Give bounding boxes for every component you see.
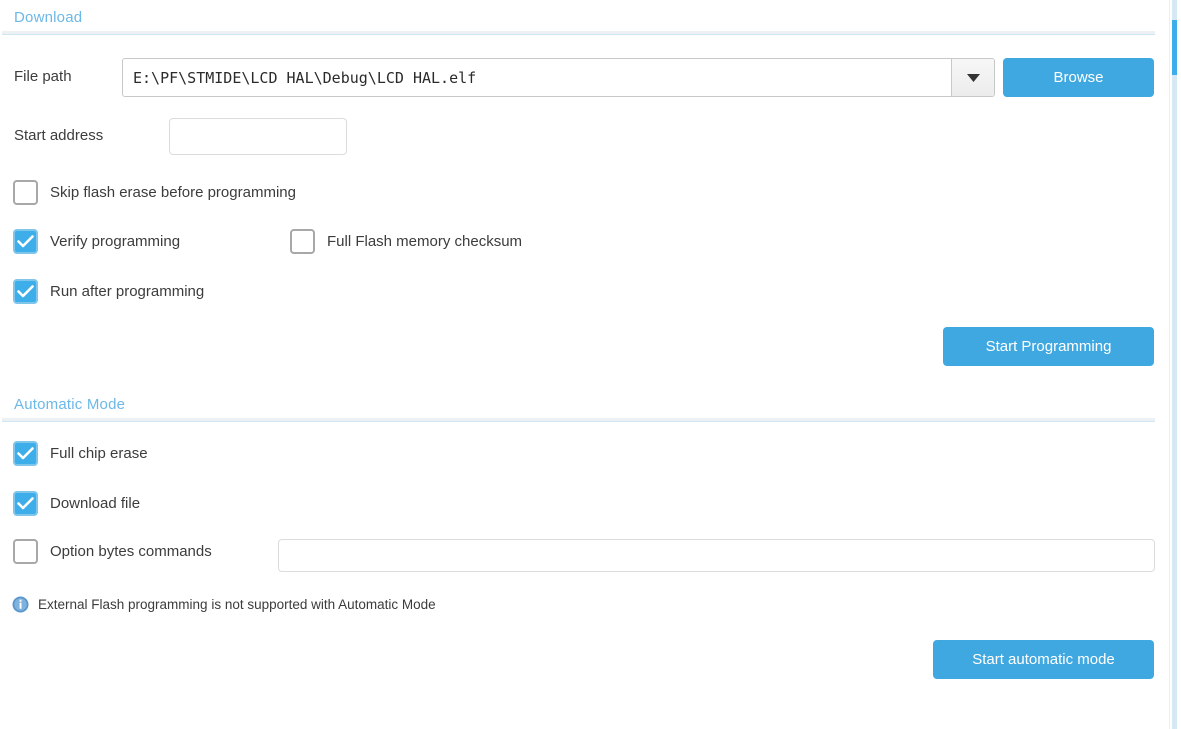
checkmark-icon <box>17 447 34 460</box>
verify-programming-label: Verify programming <box>50 233 181 250</box>
file-path-input[interactable] <box>123 59 951 96</box>
run-after-programming-checkbox[interactable] <box>13 279 38 304</box>
checkmark-icon <box>17 235 34 248</box>
run-after-programming-checkbox-row[interactable]: Run after programming <box>13 279 204 304</box>
vertical-scrollbar-track[interactable] <box>1172 0 1177 729</box>
vertical-scrollbar-thumb[interactable] <box>1172 20 1177 75</box>
option-bytes-commands-checkbox[interactable] <box>13 539 38 564</box>
automatic-mode-info-text: External Flash programming is not suppor… <box>38 597 436 612</box>
full-chip-erase-checkbox[interactable] <box>13 441 38 466</box>
file-path-dropdown-button[interactable] <box>951 59 994 96</box>
automatic-mode-section-divider <box>2 418 1155 422</box>
verify-programming-checkbox[interactable] <box>13 229 38 254</box>
skip-flash-erase-label: Skip flash erase before programming <box>50 184 296 201</box>
skip-flash-erase-checkbox-row[interactable]: Skip flash erase before programming <box>13 180 296 205</box>
option-bytes-commands-input[interactable] <box>278 539 1155 572</box>
download-file-label: Download file <box>50 495 141 512</box>
automatic-mode-section-title: Automatic Mode <box>14 396 126 413</box>
verify-programming-checkbox-row[interactable]: Verify programming <box>13 229 180 254</box>
checkmark-icon <box>17 497 34 510</box>
download-section-divider <box>2 31 1155 35</box>
panel-right-edge <box>1169 0 1170 729</box>
automatic-mode-info-note: External Flash programming is not suppor… <box>12 596 436 613</box>
programming-panel: Download File path Browse Start address … <box>0 0 1166 729</box>
start-address-input[interactable] <box>169 118 347 155</box>
full-chip-erase-label: Full chip erase <box>50 445 148 462</box>
start-automatic-mode-button[interactable]: Start automatic mode <box>933 640 1154 679</box>
checkmark-icon <box>17 285 34 298</box>
browse-button[interactable]: Browse <box>1003 58 1154 97</box>
file-path-combobox[interactable] <box>122 58 995 97</box>
full-flash-checksum-checkbox-row[interactable]: Full Flash memory checksum <box>290 229 522 254</box>
run-after-programming-label: Run after programming <box>50 283 205 300</box>
start-programming-button[interactable]: Start Programming <box>943 327 1154 366</box>
chevron-down-icon <box>966 73 980 82</box>
option-bytes-commands-checkbox-row[interactable]: Option bytes commands <box>13 539 212 564</box>
skip-flash-erase-checkbox[interactable] <box>13 180 38 205</box>
download-file-checkbox-row[interactable]: Download file <box>13 491 140 516</box>
file-path-label: File path <box>14 68 72 85</box>
full-flash-checksum-checkbox[interactable] <box>290 229 315 254</box>
download-section-title: Download <box>14 9 83 26</box>
option-bytes-commands-label: Option bytes commands <box>50 543 212 560</box>
full-chip-erase-checkbox-row[interactable]: Full chip erase <box>13 441 148 466</box>
full-flash-checksum-label: Full Flash memory checksum <box>327 233 523 250</box>
start-address-label: Start address <box>14 127 104 144</box>
download-file-checkbox[interactable] <box>13 491 38 516</box>
info-icon <box>12 596 29 613</box>
